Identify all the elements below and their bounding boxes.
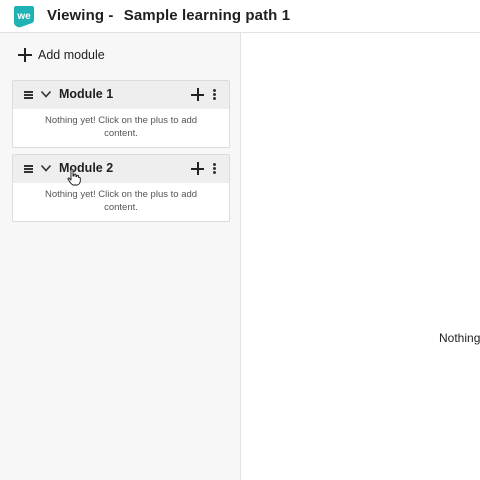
module-title: Module 1 bbox=[59, 87, 114, 101]
drag-handle-icon[interactable] bbox=[24, 91, 33, 99]
plus-icon bbox=[18, 48, 32, 62]
module-empty-text: Nothing yet! Click on the plus to add co… bbox=[44, 189, 198, 213]
module-card: Module 1 Nothing yet! Click on the plus … bbox=[12, 80, 230, 148]
brand-logo[interactable]: we bbox=[12, 4, 36, 28]
module-header[interactable]: Module 1 bbox=[13, 81, 229, 109]
add-module-label: Add module bbox=[38, 48, 105, 62]
add-content-icon[interactable] bbox=[191, 88, 204, 101]
module-header[interactable]: Module 2 bbox=[13, 155, 229, 183]
page-title: Viewing - Sample learning path 1 bbox=[47, 7, 290, 24]
add-content-icon[interactable] bbox=[191, 162, 204, 175]
chevron-down-icon[interactable] bbox=[40, 88, 52, 100]
learning-path-name: Sample learning path 1 bbox=[123, 7, 291, 24]
logo-text: we bbox=[16, 11, 31, 22]
module-card: Module 2 Nothing yet! Click on the plus … bbox=[12, 154, 230, 222]
more-options-icon[interactable] bbox=[213, 89, 216, 100]
add-module-button[interactable]: Add module bbox=[18, 48, 105, 62]
module-empty-text: Nothing yet! Click on the plus to add co… bbox=[44, 115, 198, 139]
header-bar: we Viewing - Sample learning path 1 bbox=[0, 0, 480, 33]
hand-cursor-icon bbox=[67, 168, 81, 186]
chevron-down-icon[interactable] bbox=[40, 162, 52, 174]
more-options-icon[interactable] bbox=[213, 163, 216, 174]
page-title-prefix: Viewing - bbox=[47, 7, 114, 24]
drag-handle-icon[interactable] bbox=[24, 165, 33, 173]
content-empty-text: Nothing bbox=[439, 331, 480, 345]
